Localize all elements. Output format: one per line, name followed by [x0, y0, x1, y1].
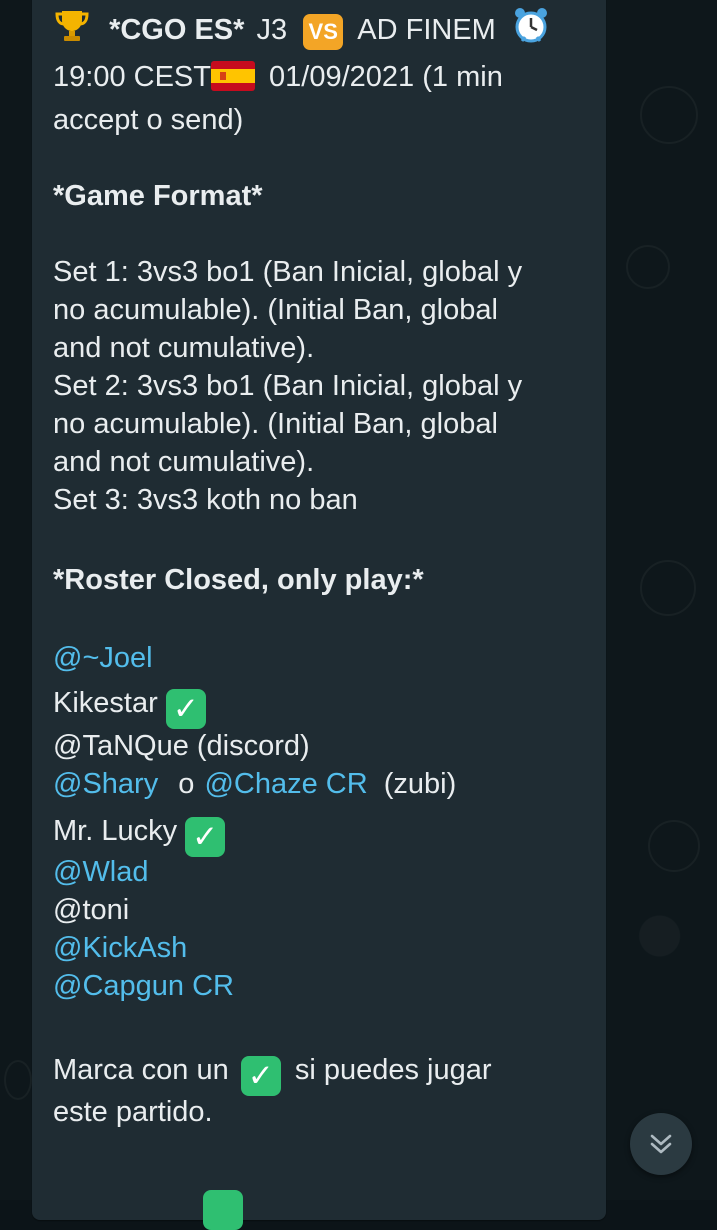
game-format-title: *Game Format* [53, 180, 263, 212]
roster-line: Kikestar ✓ [53, 681, 598, 729]
wallpaper-doodle [4, 1060, 32, 1100]
set-line: no acumulable). (Initial Ban, global [53, 408, 498, 440]
chevron-double-down-icon [650, 1134, 672, 1154]
match-date: 01/09/2021 (1 min [269, 61, 503, 93]
mention-link[interactable]: @Shary [53, 768, 158, 800]
alarm-clock-icon [512, 6, 550, 54]
check-mark-icon: ✓ [165, 689, 206, 729]
match-bold-title: *CGO ES* [109, 14, 245, 46]
set-line: and not cumulative). [53, 446, 315, 478]
trophy-icon [53, 6, 91, 54]
wallpaper-doodle [640, 560, 696, 616]
set-line: Set 1: 3vs3 bo1 (Ban Inicial, global y [53, 256, 523, 288]
mention-link[interactable]: @~Joel [53, 639, 598, 677]
schedule-line: 19:00 CEST 01/09/2021 (1 min [53, 58, 598, 101]
mention-link[interactable]: @Capgun CR [53, 967, 598, 1005]
footer-text: si puedes jugar [294, 1054, 492, 1086]
roster-line: @TaNQue (discord) [53, 730, 310, 762]
alias-note: (zubi) [383, 768, 457, 800]
check-mark-icon [203, 1190, 243, 1230]
footer-line: este partido. [53, 1096, 213, 1128]
opponent-name: AD FINEM [357, 14, 496, 46]
footer-line: Marca con un ✓ si puedes jugar [53, 1047, 598, 1096]
header-line: *CGO ES* J3 VS AD FINEM [53, 6, 598, 54]
mention-link[interactable]: @Chaze CR [204, 768, 367, 800]
message-body: *CGO ES* J3 VS AD FINEM 19:00 CEST 01/09… [53, 0, 598, 1131]
match-time: 19:00 CEST [53, 61, 211, 93]
check-mark-icon: ✓ [185, 817, 226, 857]
set-line: Set 3: 3vs3 koth no ban [53, 484, 358, 516]
footer-text: Marca con un [53, 1054, 229, 1086]
spain-flag-icon [210, 61, 255, 101]
or-word: o [178, 768, 195, 800]
accept-note: accept o send) [53, 104, 244, 136]
mention-link[interactable]: @KickAsh [53, 929, 598, 967]
wallpaper-doodle [626, 245, 670, 289]
check-mark-icon: ✓ [240, 1056, 281, 1096]
set-line: Set 2: 3vs3 bo1 (Ban Inicial, global y [53, 370, 523, 402]
roster-line: @toni [53, 894, 130, 926]
mention-link[interactable]: @Wlad [53, 853, 598, 891]
roster-line: @Shary o @Chaze CR (zubi) [53, 765, 598, 803]
roster-line: Mr. Lucky ✓ [53, 809, 598, 857]
wallpaper-doodle [648, 820, 700, 872]
scroll-to-bottom-button[interactable] [630, 1113, 692, 1175]
set-line: no acumulable). (Initial Ban, global [53, 294, 498, 326]
set-line: and not cumulative). [53, 332, 315, 364]
round-label: J3 [256, 14, 288, 46]
player-name: Kikestar [53, 687, 158, 719]
vs-icon: VS [303, 14, 344, 50]
roster-title: *Roster Closed, only play:* [53, 564, 424, 596]
wallpaper-doodle [640, 86, 698, 144]
player-name: Mr. Lucky [53, 815, 178, 847]
